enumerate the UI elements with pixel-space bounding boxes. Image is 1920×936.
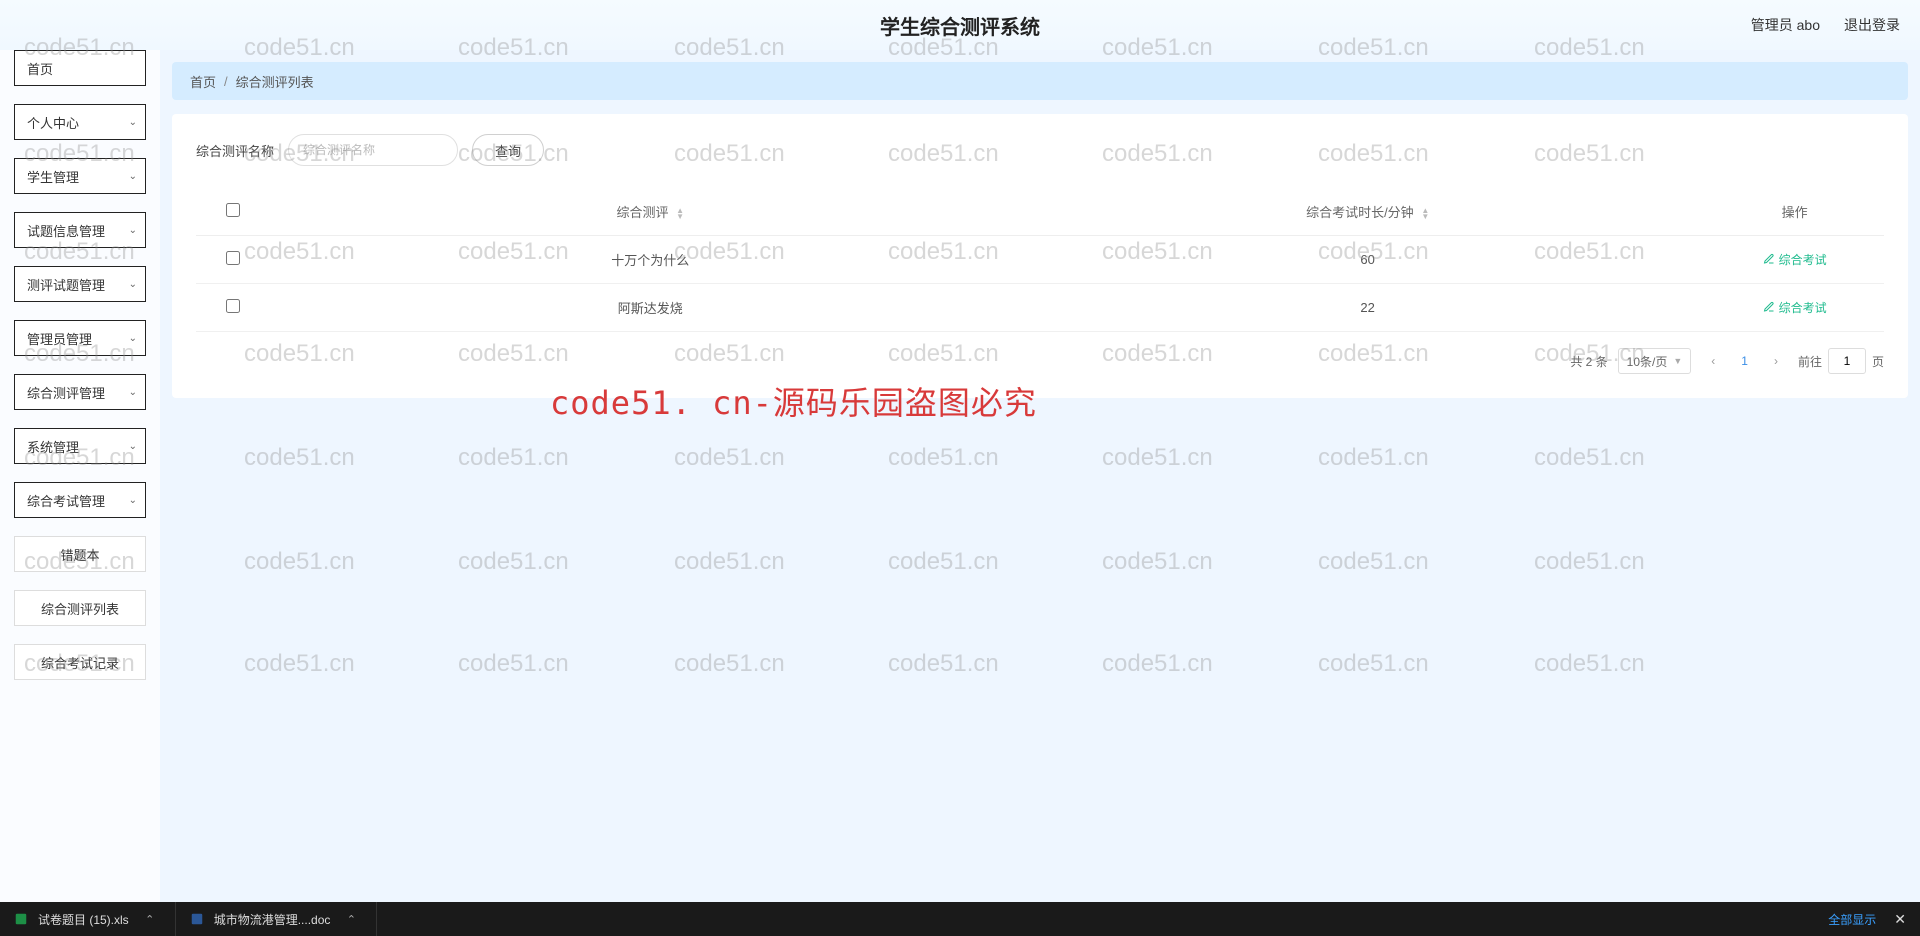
- search-button[interactable]: 查询: [472, 134, 544, 166]
- data-table: 综合测评 ▲▼ 综合考试时长/分钟 ▲▼ 操作 十万个为什么60综合考试阿斯达发…: [196, 188, 1884, 332]
- col-name[interactable]: 综合测评: [616, 205, 668, 220]
- chevron-down-icon: ⌄: [129, 387, 137, 398]
- sidebar-item-label: 学生管理: [27, 167, 79, 186]
- chevron-down-icon: ⌄: [129, 441, 137, 452]
- sidebar-item-1[interactable]: 个人中心 ⌄: [14, 104, 146, 140]
- sidebar-item-2[interactable]: 学生管理 ⌄: [14, 158, 146, 194]
- sidebar-item-10[interactable]: 综合测评列表: [14, 590, 146, 626]
- taskbar-close-icon[interactable]: ✕: [1894, 911, 1906, 928]
- action-exam-link[interactable]: 综合考试: [1763, 299, 1827, 316]
- sidebar-item-label: 综合测评管理: [27, 383, 105, 402]
- page-jump: 前往 页: [1798, 348, 1884, 374]
- sidebar-item-label: 试题信息管理: [27, 221, 105, 240]
- app-window: 学生综合测评系统 管理员 abo 退出登录 首页个人中心⌄学生管理⌄试题信息管理…: [0, 0, 1920, 902]
- sidebar-item-label: 首页: [27, 59, 53, 78]
- pagination-total: 共 2 条: [1570, 353, 1607, 370]
- app-title: 学生综合测评系统: [880, 11, 1040, 40]
- chevron-up-icon[interactable]: ⌃: [340, 913, 362, 926]
- cell-name: 十万个为什么: [270, 236, 1030, 284]
- taskbar-file-label: 试卷题目 (15).xls: [38, 911, 129, 928]
- sort-icon[interactable]: ▲▼: [676, 208, 684, 220]
- chevron-down-icon: ⌄: [129, 333, 137, 344]
- cell-name: 阿斯达发烧: [270, 284, 1030, 332]
- table-row: 十万个为什么60 综合考试: [196, 236, 1884, 284]
- row-checkbox[interactable]: [226, 299, 240, 313]
- file-icon: [14, 912, 28, 926]
- action-exam-link[interactable]: 综合考试: [1763, 251, 1827, 268]
- body: 首页个人中心⌄学生管理⌄试题信息管理⌄测评试题管理⌄管理员管理⌄综合测评管理⌄系…: [0, 50, 1920, 902]
- sidebar-item-7[interactable]: 系统管理 ⌄: [14, 428, 146, 464]
- chevron-up-icon[interactable]: ⌃: [139, 913, 161, 926]
- sidebar-item-label: 综合考试记录: [41, 653, 119, 672]
- cell-duration: 60: [1030, 236, 1705, 284]
- cell-duration: 22: [1030, 284, 1705, 332]
- sidebar-item-11[interactable]: 综合考试记录: [14, 644, 146, 680]
- header-right: 管理员 abo 退出登录: [1751, 15, 1900, 35]
- chevron-down-icon: ⌄: [129, 495, 137, 506]
- breadcrumb: 首页 / 综合测评列表: [172, 62, 1908, 100]
- file-icon: [190, 912, 204, 926]
- taskbar-show-all[interactable]: 全部显示: [1828, 911, 1876, 928]
- logout-link[interactable]: 退出登录: [1844, 15, 1900, 35]
- taskbar: 试卷题目 (15).xls ⌃ 城市物流港管理....doc ⌃ 全部显示 ✕: [0, 902, 1920, 936]
- sidebar[interactable]: 首页个人中心⌄学生管理⌄试题信息管理⌄测评试题管理⌄管理员管理⌄综合测评管理⌄系…: [0, 50, 160, 902]
- sidebar-item-label: 个人中心: [27, 113, 79, 132]
- col-duration[interactable]: 综合考试时长/分钟: [1306, 205, 1414, 220]
- page-size-select[interactable]: 10条/页 ▼: [1618, 348, 1692, 374]
- header: 学生综合测评系统 管理员 abo 退出登录: [0, 0, 1920, 50]
- breadcrumb-separator: /: [224, 74, 228, 89]
- sidebar-item-5[interactable]: 管理员管理 ⌄: [14, 320, 146, 356]
- row-checkbox[interactable]: [226, 251, 240, 265]
- taskbar-file-0[interactable]: 试卷题目 (15).xls ⌃: [0, 902, 176, 936]
- breadcrumb-home[interactable]: 首页: [190, 72, 216, 91]
- breadcrumb-current: 综合测评列表: [236, 72, 314, 91]
- sidebar-item-label: 错题本: [60, 545, 99, 564]
- sidebar-item-0[interactable]: 首页: [14, 50, 146, 86]
- sidebar-item-9[interactable]: 错题本: [14, 536, 146, 572]
- sidebar-item-label: 综合测评列表: [41, 599, 119, 618]
- sidebar-item-6[interactable]: 综合测评管理 ⌄: [14, 374, 146, 410]
- pagination: 共 2 条 10条/页 ▼ ‹ 1 › 前往 页: [196, 332, 1884, 378]
- chevron-down-icon: ⌄: [129, 279, 137, 290]
- page-jump-input[interactable]: [1828, 348, 1866, 374]
- page-next[interactable]: ›: [1764, 349, 1788, 373]
- sidebar-item-4[interactable]: 测评试题管理 ⌄: [14, 266, 146, 302]
- search-label: 综合测评名称: [196, 141, 274, 160]
- main: 首页 / 综合测评列表 综合测评名称 查询 综合测评: [160, 50, 1920, 902]
- sidebar-item-label: 管理员管理: [27, 329, 92, 348]
- chevron-down-icon: ▼: [1673, 356, 1682, 366]
- sidebar-item-label: 综合考试管理: [27, 491, 105, 510]
- search-row: 综合测评名称 查询: [196, 134, 1884, 166]
- admin-label[interactable]: 管理员 abo: [1751, 15, 1820, 35]
- chevron-down-icon: ⌄: [129, 225, 137, 236]
- page-current[interactable]: 1: [1735, 354, 1754, 368]
- page-prev[interactable]: ‹: [1701, 349, 1725, 373]
- taskbar-file-1[interactable]: 城市物流港管理....doc ⌃: [176, 902, 378, 936]
- table-row: 阿斯达发烧22 综合考试: [196, 284, 1884, 332]
- content-panel: 综合测评名称 查询 综合测评 ▲▼ 综合考试时长/分钟: [172, 114, 1908, 398]
- sidebar-item-label: 系统管理: [27, 437, 79, 456]
- col-action: 操作: [1782, 205, 1808, 220]
- sidebar-item-8[interactable]: 综合考试管理 ⌄: [14, 482, 146, 518]
- chevron-down-icon: ⌄: [129, 117, 137, 128]
- sidebar-item-label: 测评试题管理: [27, 275, 105, 294]
- search-input[interactable]: [288, 134, 458, 166]
- sort-icon[interactable]: ▲▼: [1421, 208, 1429, 220]
- select-all-checkbox[interactable]: [226, 203, 240, 217]
- chevron-down-icon: ⌄: [129, 171, 137, 182]
- sidebar-item-3[interactable]: 试题信息管理 ⌄: [14, 212, 146, 248]
- taskbar-file-label: 城市物流港管理....doc: [214, 911, 331, 928]
